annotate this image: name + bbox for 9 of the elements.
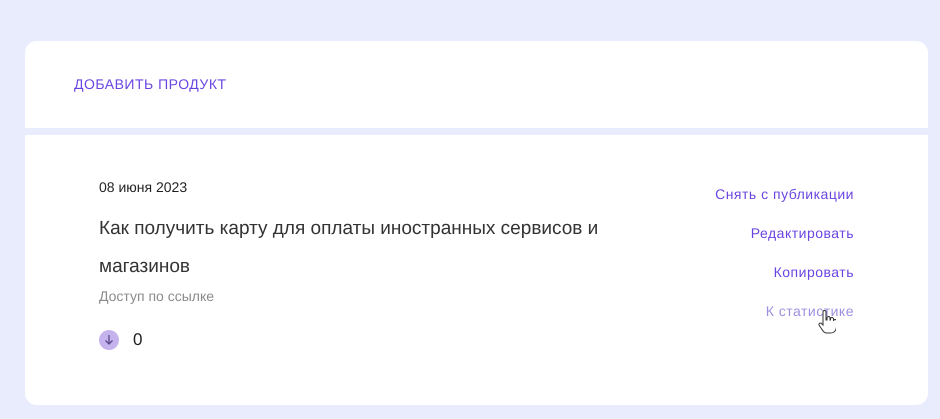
product-title: Как получить карту для оплаты иностранных сервисов и магазинов <box>99 217 600 279</box>
access-text: Доступ по ссылке <box>99 287 216 306</box>
download-icon <box>99 330 119 350</box>
add-product-link[interactable]: ДОБАВИТЬ ПРОДУКТ <box>74 74 227 95</box>
date-text: 08 июня 2023 <box>99 178 188 197</box>
download-count: 0 <box>133 329 142 351</box>
action-link[interactable]: Копировать <box>774 262 854 283</box>
action-link[interactable]: Редактировать <box>750 223 854 244</box>
action-link[interactable]: Снять с публикации <box>715 184 854 205</box>
